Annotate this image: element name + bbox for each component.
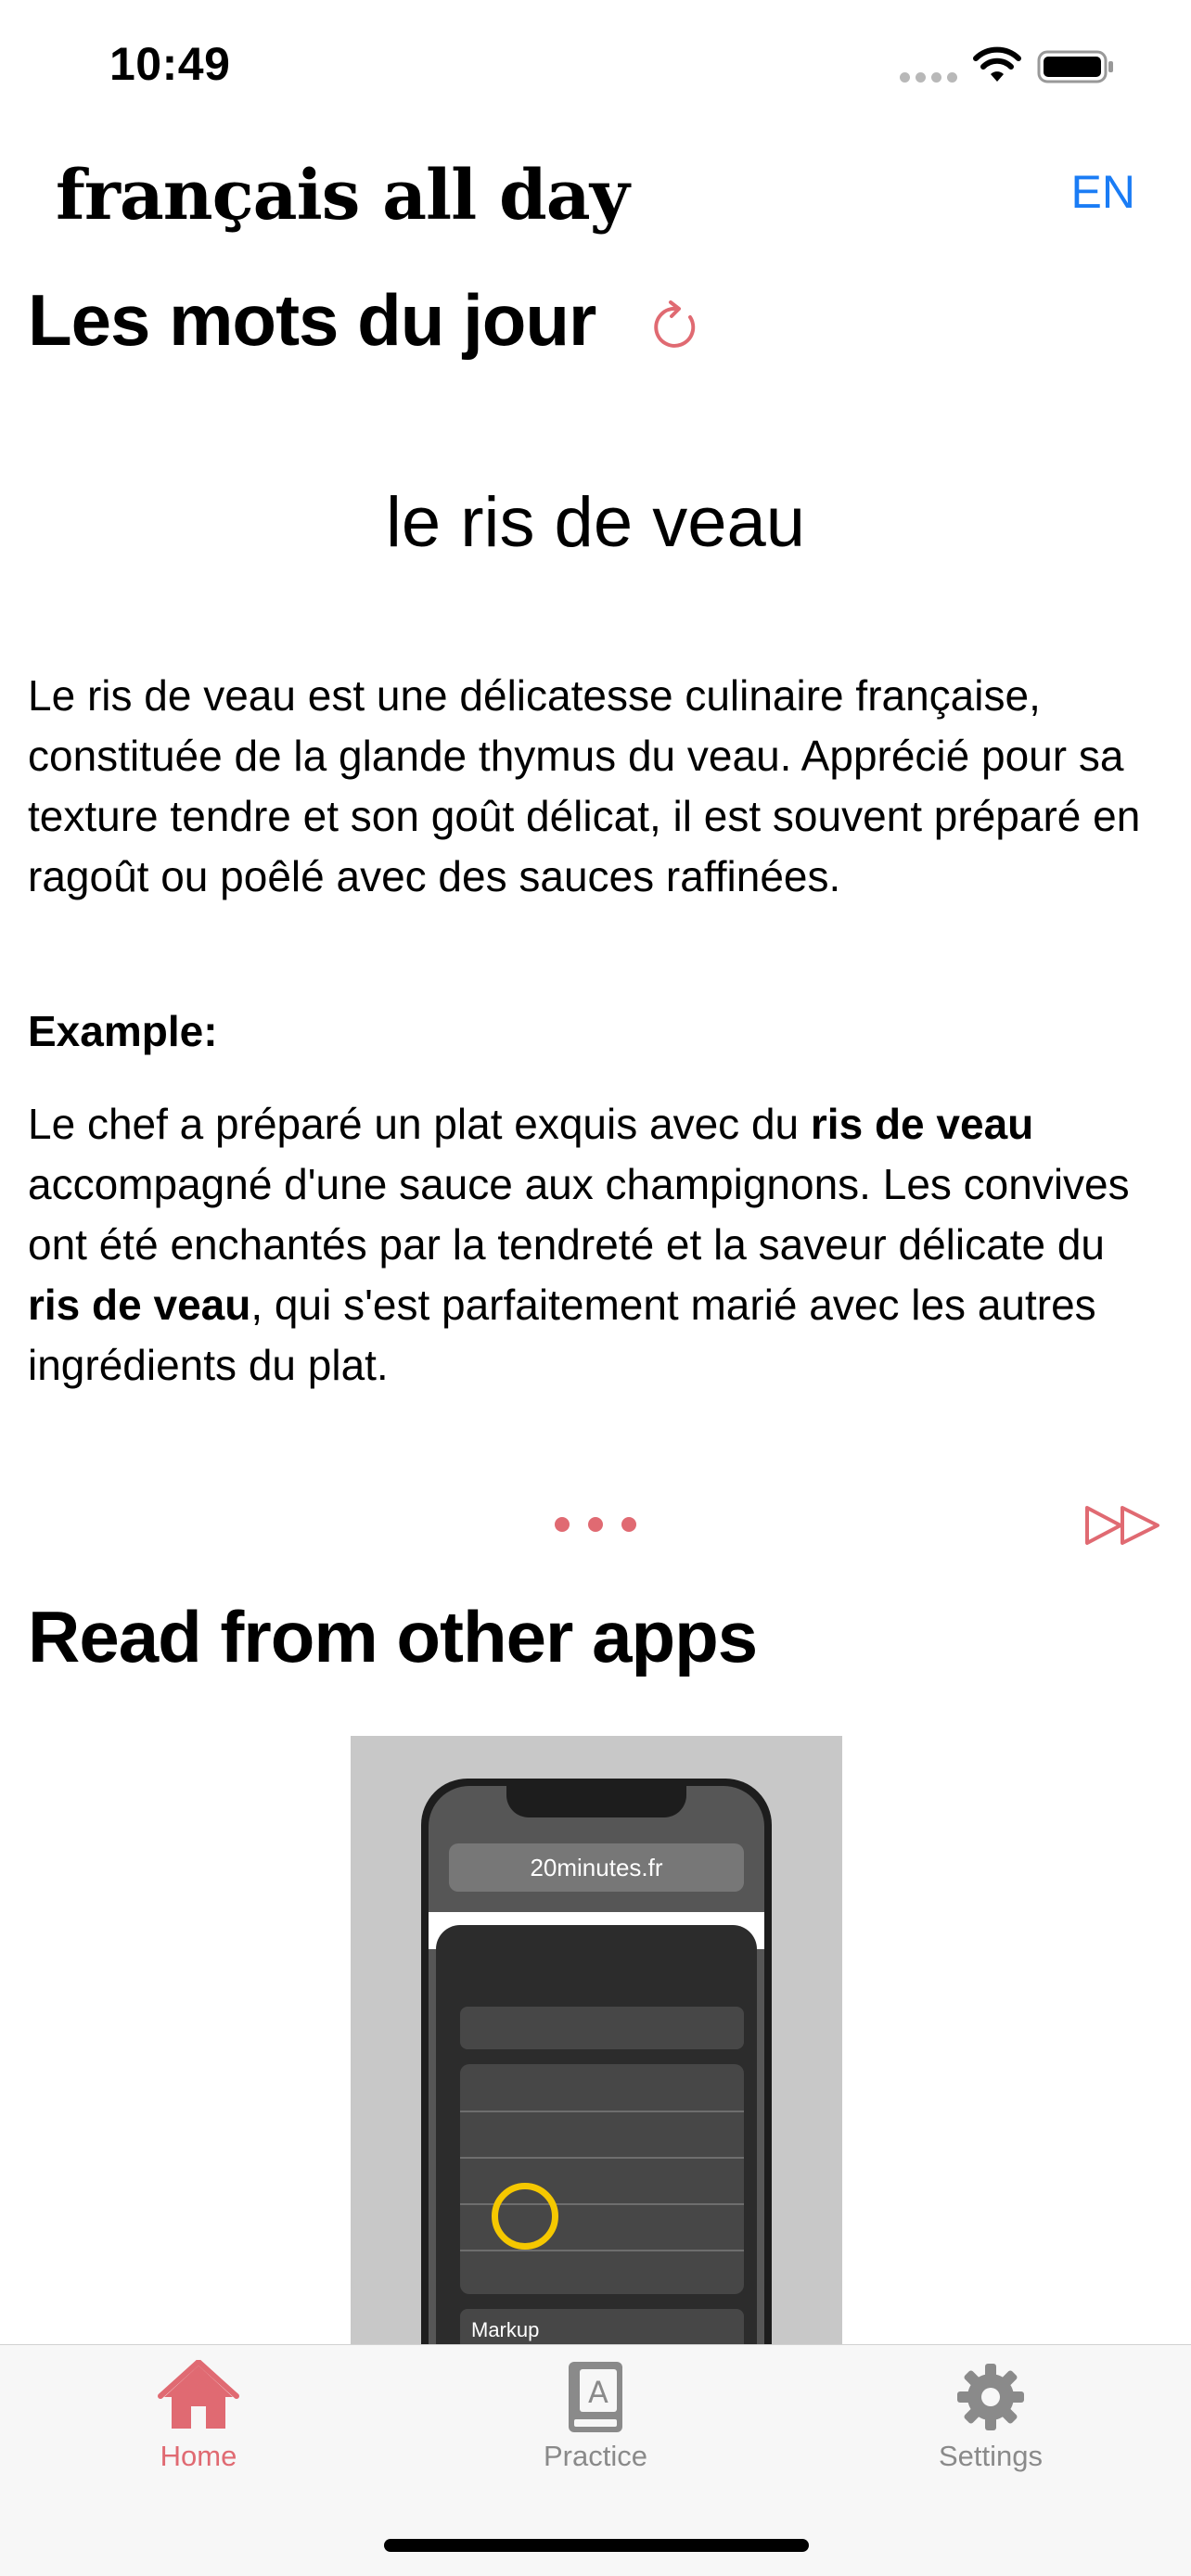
language-toggle-button[interactable]: EN: [1071, 165, 1135, 219]
gear-icon: [957, 2364, 1024, 2430]
tab-practice[interactable]: A Practice: [503, 2360, 688, 2473]
cellular-signal-icon: [900, 72, 957, 83]
example-label: Example:: [28, 1007, 218, 1055]
home-indicator: [384, 2539, 809, 2552]
markup-row: Markup: [460, 2309, 744, 2348]
status-time: 10:49: [109, 38, 231, 90]
tab-settings[interactable]: Settings: [898, 2360, 1083, 2473]
promo-illustration: 20minutes.fr Markup: [351, 1736, 842, 2348]
url-bar: 20minutes.fr: [449, 1843, 744, 1892]
phone-mockup: 20minutes.fr Markup: [421, 1779, 772, 2348]
svg-text:A: A: [588, 2375, 608, 2410]
battery-icon: [1037, 50, 1113, 83]
fast-forward-icon[interactable]: [1083, 1502, 1163, 1549]
share-sheet: Markup: [436, 1925, 757, 2348]
app-brand: français all day: [56, 156, 630, 236]
refresh-icon[interactable]: [647, 299, 705, 356]
example-sentence: Le chef a préparé un plat exquis avec du…: [28, 1100, 1130, 1389]
tab-home[interactable]: Home: [106, 2360, 291, 2473]
app-header: français all day EN: [0, 139, 1191, 250]
wifi-icon: [973, 46, 1021, 82]
read-other-apps-title: Read from other apps: [28, 1596, 758, 1677]
page-indicator: [555, 1517, 636, 1532]
house-icon: [158, 2360, 239, 2429]
book-icon: A: [569, 2362, 622, 2432]
daily-words-title: Les mots du jour: [28, 279, 596, 361]
word-definition: Le ris de veau est une délicatesse culin…: [28, 671, 1141, 900]
highlight-ring: [492, 2183, 558, 2250]
status-bar: 10:49: [0, 0, 1191, 130]
word-of-day: le ris de veau: [385, 483, 806, 562]
